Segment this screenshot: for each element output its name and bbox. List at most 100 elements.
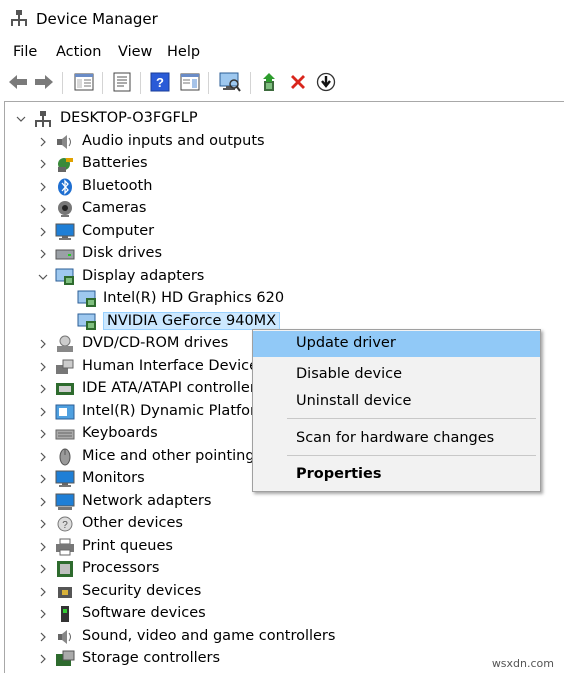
toolbar-separator — [62, 72, 63, 94]
action-pane-icon[interactable] — [178, 70, 202, 94]
chevron-right-icon[interactable] — [37, 153, 49, 175]
tree-category[interactable]: Audio inputs and outputs — [37, 131, 545, 153]
chevron-right-icon[interactable] — [37, 131, 49, 153]
speaker-icon — [55, 133, 75, 151]
toolbar-separator — [250, 72, 251, 94]
chevron-right-icon[interactable] — [37, 401, 49, 423]
chevron-right-icon[interactable] — [37, 581, 49, 603]
tree-item-label: Security devices — [82, 582, 202, 599]
mouse-icon — [55, 448, 75, 466]
svg-text:?: ? — [156, 75, 164, 90]
tree-item-label: Computer — [82, 222, 155, 239]
download-icon[interactable] — [314, 70, 338, 94]
tree-category[interactable]: Computer — [37, 221, 545, 243]
menu-bar: File Action View Help — [0, 40, 564, 66]
menu-view[interactable]: View — [118, 44, 152, 60]
chevron-right-icon[interactable] — [37, 221, 49, 243]
tree-item-label: Keyboards — [82, 425, 158, 441]
forward-arrow-icon[interactable] — [32, 70, 56, 94]
tree-category[interactable]: Display adapters — [37, 266, 545, 288]
menu-file[interactable]: File — [13, 44, 37, 60]
properties-icon[interactable] — [110, 70, 134, 94]
chevron-right-icon[interactable] — [37, 558, 49, 580]
software-device-icon — [55, 605, 75, 623]
other-devices-icon: ? — [55, 515, 75, 533]
help-icon[interactable]: ? — [148, 70, 172, 94]
tree-item-label: Bluetooth — [82, 177, 153, 194]
tree-category[interactable]: Network adapters — [37, 491, 545, 513]
uninstall-device-menu-item[interactable]: Uninstall device — [253, 389, 540, 415]
tree-item-label: Network adapters — [82, 492, 212, 509]
tree-category[interactable]: Storage controllers — [37, 648, 545, 670]
toolbar-separator — [140, 72, 141, 94]
back-arrow-icon[interactable] — [6, 70, 30, 94]
chevron-right-icon[interactable] — [37, 648, 49, 670]
tree-category[interactable]: Disk drives — [37, 243, 545, 265]
title-bar: Device Manager — [0, 0, 564, 38]
window-title: Device Manager — [36, 10, 158, 28]
watermark: wsxdn.com — [491, 657, 554, 670]
chevron-right-icon[interactable] — [37, 378, 49, 400]
menu-separator — [287, 418, 536, 419]
bluetooth-icon — [55, 178, 75, 196]
tree-category[interactable]: ? Other devices — [37, 513, 545, 535]
disable-device-menu-item[interactable]: Disable device — [253, 362, 540, 388]
storage-controller-icon — [55, 650, 75, 668]
tree-root[interactable]: DESKTOP-O3FGFLP — [15, 108, 545, 130]
tree-item-label: Mice and other pointing d — [82, 447, 269, 464]
processor-icon — [55, 560, 75, 578]
chevron-right-icon[interactable] — [37, 333, 49, 355]
sound-icon — [55, 628, 75, 646]
tree-item-label: Cameras — [82, 200, 147, 216]
chevron-right-icon[interactable] — [37, 198, 49, 220]
properties-menu-item[interactable]: Properties — [253, 462, 540, 488]
tree-category[interactable]: Software devices — [37, 603, 545, 625]
tree-category[interactable]: Sound, video and game controllers — [37, 626, 545, 648]
chevron-down-icon[interactable] — [37, 266, 49, 288]
tree-item-label: Print queues — [82, 537, 173, 554]
chevron-right-icon[interactable] — [37, 468, 49, 490]
update-driver-menu-item[interactable]: Update driver — [253, 331, 540, 357]
tree-item-label: Display adapters — [82, 267, 205, 284]
printer-icon — [55, 538, 75, 556]
tree-item-label: IDE ATA/ATAPI controllers — [82, 380, 264, 396]
properties-label: Properties — [296, 466, 382, 482]
tree-category[interactable]: Print queues — [37, 536, 545, 558]
ide-controller-icon — [55, 380, 75, 398]
show-hide-console-tree-icon[interactable] — [72, 70, 96, 94]
hid-icon — [55, 358, 75, 376]
display-adapter-icon — [77, 313, 97, 331]
tree-item-label: Batteries — [82, 155, 148, 171]
tree-category[interactable]: Bluetooth — [37, 176, 545, 198]
update-driver-icon[interactable] — [258, 70, 282, 94]
chevron-right-icon[interactable] — [37, 176, 49, 198]
tree-item-label: DVD/CD-ROM drives — [82, 335, 229, 351]
monitor-scan-icon[interactable] — [218, 70, 242, 94]
tree-item-label: Intel(R) HD Graphics 620 — [103, 290, 285, 306]
tree-category[interactable]: Cameras — [37, 198, 545, 220]
camera-icon — [55, 200, 75, 218]
scan-hardware-menu-item[interactable]: Scan for hardware changes — [253, 426, 540, 452]
chevron-right-icon[interactable] — [37, 513, 49, 535]
chevron-right-icon[interactable] — [37, 423, 49, 445]
tree-item-label: Human Interface Devices — [82, 357, 266, 374]
tree-item-label: NVIDIA GeForce 940MX — [103, 311, 281, 330]
tree-category[interactable]: Processors — [37, 558, 545, 580]
tree-category[interactable]: Security devices — [37, 581, 545, 603]
chevron-down-icon[interactable] — [15, 108, 27, 130]
chevron-right-icon[interactable] — [37, 626, 49, 648]
menu-action[interactable]: Action — [56, 44, 101, 60]
tree-item-label: Audio inputs and outputs — [82, 132, 265, 149]
chevron-right-icon[interactable] — [37, 491, 49, 513]
tree-device[interactable]: Intel(R) HD Graphics 620 — [59, 288, 545, 310]
chevron-right-icon[interactable] — [37, 536, 49, 558]
tree-item-label: Monitors — [82, 470, 145, 486]
chevron-right-icon[interactable] — [37, 243, 49, 265]
chevron-right-icon[interactable] — [37, 356, 49, 378]
chevron-right-icon[interactable] — [37, 446, 49, 468]
tree-category[interactable]: Batteries — [37, 153, 545, 175]
menu-help[interactable]: Help — [167, 44, 200, 60]
tree-item-label: Storage controllers — [82, 650, 221, 666]
uninstall-x-icon[interactable] — [286, 70, 310, 94]
chevron-right-icon[interactable] — [37, 603, 49, 625]
